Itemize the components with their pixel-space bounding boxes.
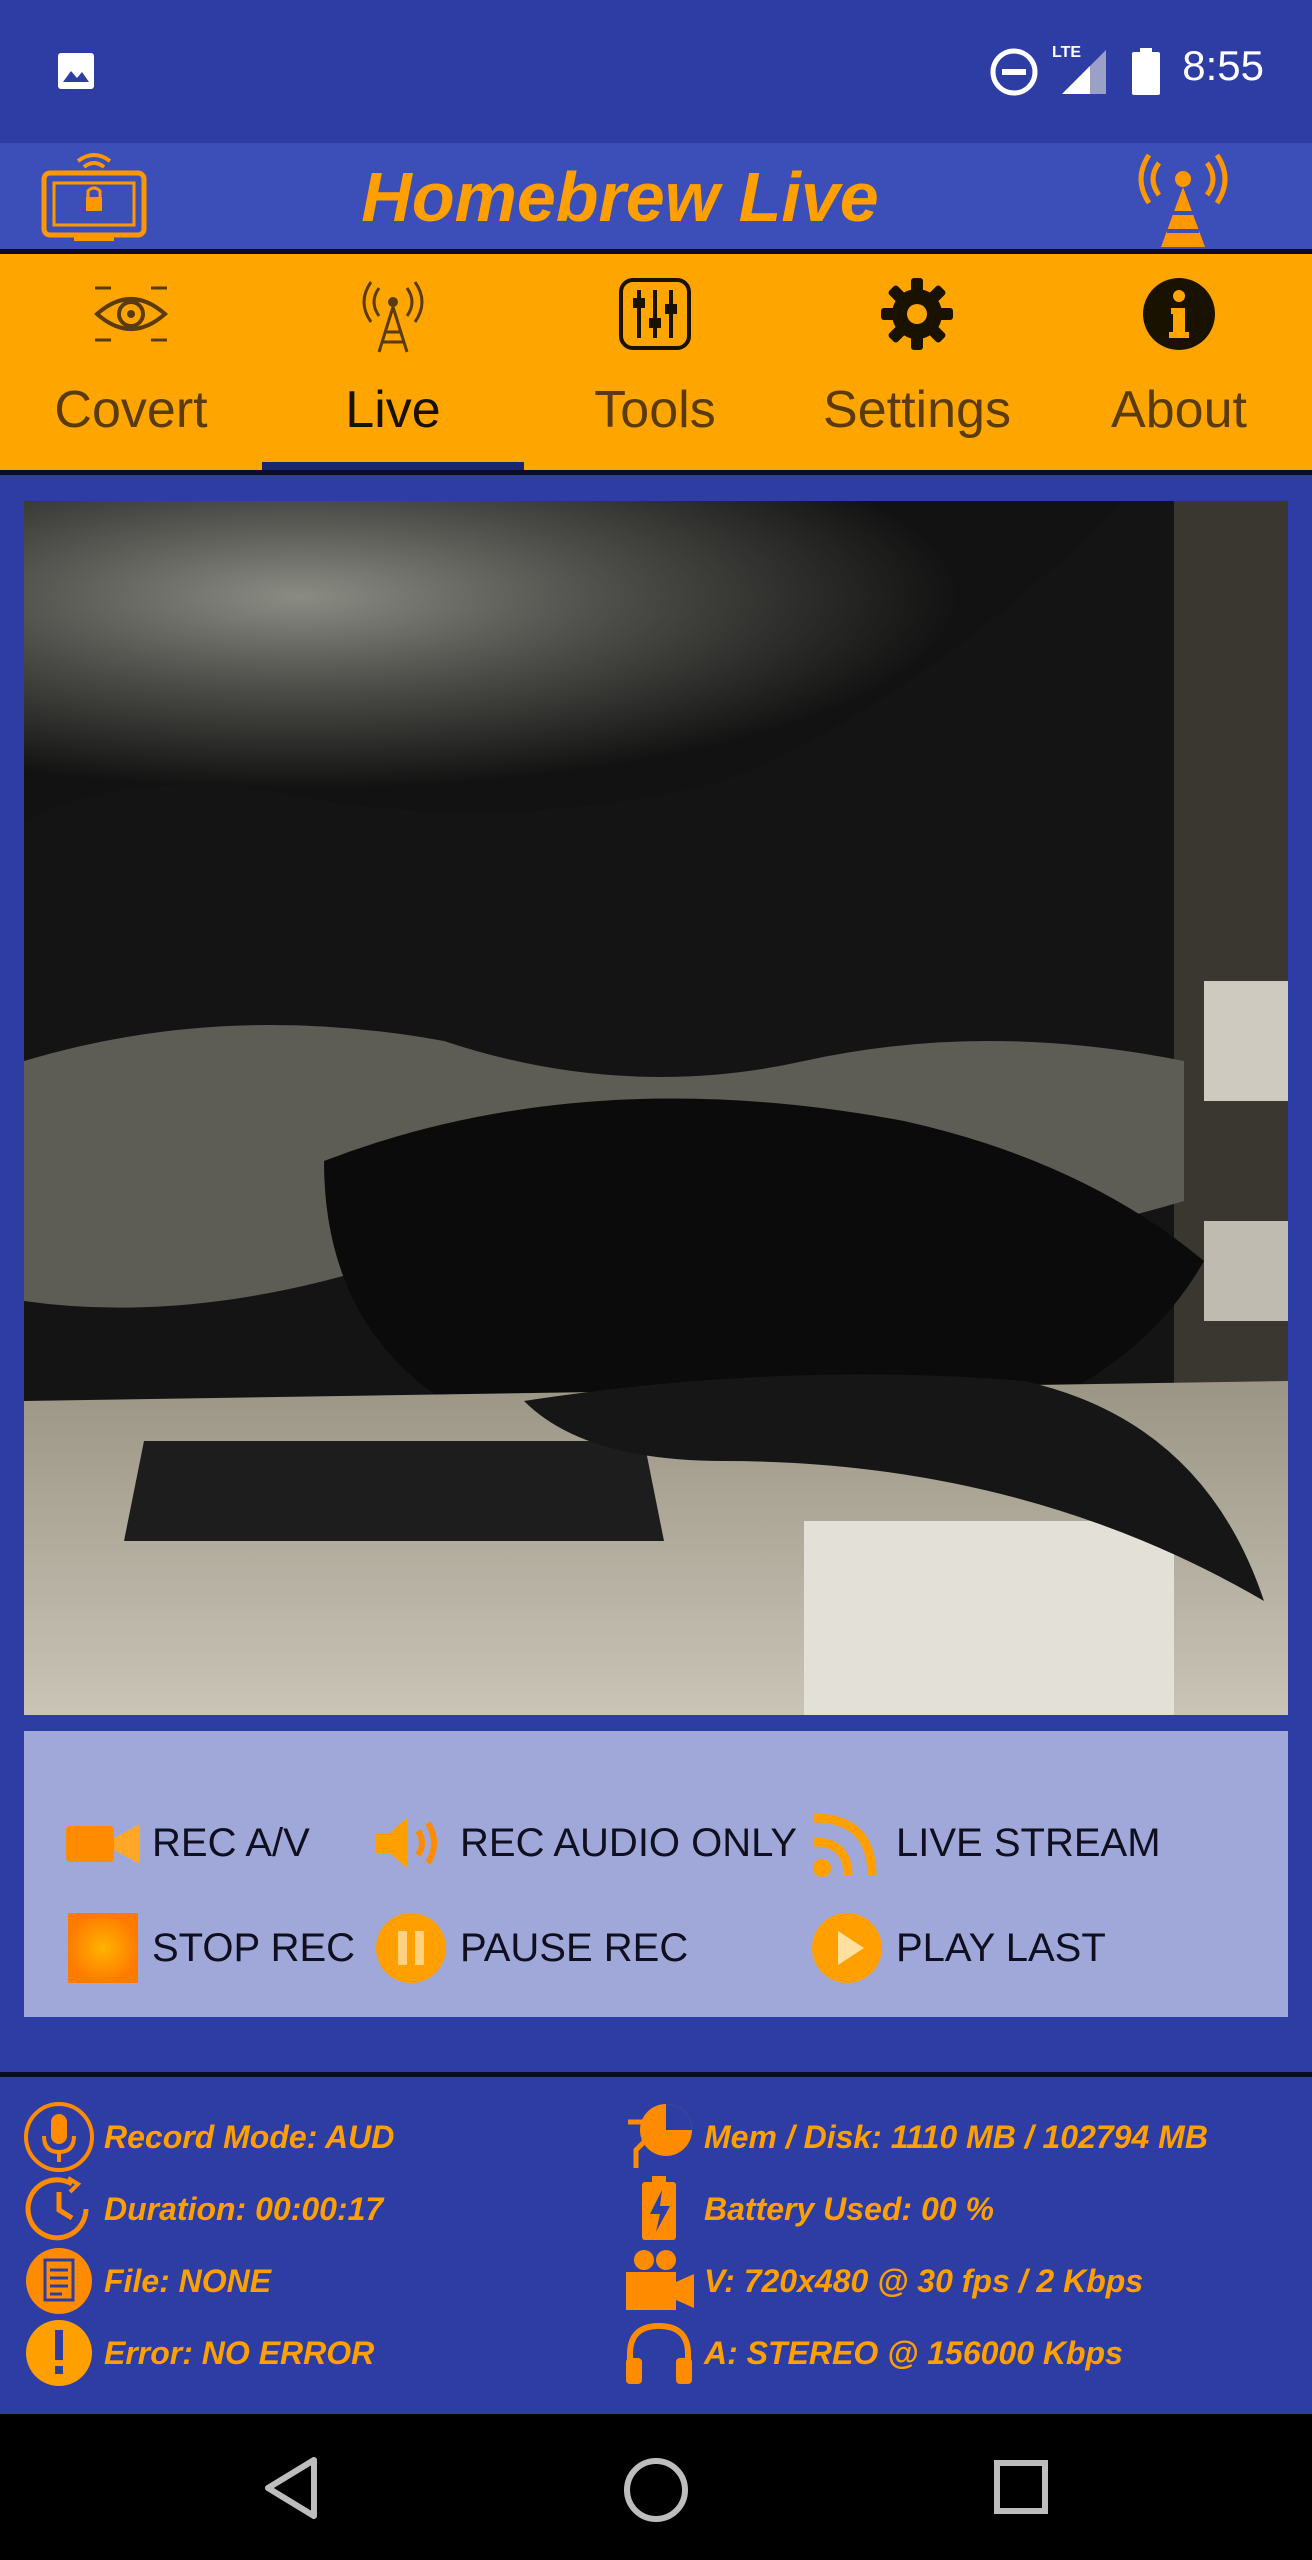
rec-audio-only-label: REC AUDIO ONLY [460,1820,798,1865]
tab-live[interactable]: Live [262,254,524,470]
divider [0,470,1312,475]
tab-settings[interactable]: Settings [786,254,1048,470]
divider [24,2017,1288,2047]
play-icon [812,1913,882,1983]
home-icon[interactable] [622,2456,690,2529]
tab-tools[interactable]: Tools [524,254,786,470]
info-icon [1139,274,1219,354]
sliders-icon [615,274,695,354]
rec-av-button[interactable]: REC A/V [66,1803,310,1883]
error-row: Error: NO ERROR [22,2318,374,2388]
rss-feed-icon [813,1813,877,1877]
live-stream-label: LIVE STREAM [896,1820,1161,1865]
error-text: Error: NO ERROR [104,2334,375,2371]
play-last-button[interactable]: PLAY LAST [810,1908,1106,1988]
rec-audio-only-button[interactable]: REC AUDIO ONLY [374,1803,797,1883]
video-info-text: V: 720x480 @ 30 fps / 2 Kbps [704,2262,1144,2299]
mem-disk-text: Mem / Disk: 1110 MB / 102794 MB [704,2118,1208,2155]
battery-charging-icon [642,2176,676,2240]
file-icon [26,2248,92,2314]
do-not-disturb-icon [990,48,1038,101]
camera-frame-image [24,501,1288,1715]
tab-about[interactable]: About [1048,254,1310,470]
gear-icon [877,274,957,354]
covert-eye-icon [91,274,171,354]
pause-rec-label: PAUSE REC [460,1925,689,1970]
record-mode-row: Record Mode: AUD [22,2102,394,2172]
camera-preview[interactable] [24,501,1288,1715]
status-info-panel: Record Mode: AUD Duration: 00:00:17 File… [0,2077,1312,2414]
headphones-icon [626,2322,692,2384]
battery-icon [1131,48,1161,101]
pause-rec-button[interactable]: PAUSE REC [374,1908,688,1988]
tab-label: About [1111,381,1247,439]
battery-used-row: Battery Used: 00 % [622,2174,994,2244]
rec-av-label: REC A/V [152,1820,310,1865]
signal-icon [1060,48,1110,101]
live-stream-button[interactable]: LIVE STREAM [810,1803,1161,1883]
file-row: File: NONE [22,2246,271,2316]
back-icon[interactable] [262,2456,322,2525]
tab-bar: Covert Live Tools Settings About [0,254,1312,470]
recents-icon[interactable] [993,2459,1049,2520]
microphone-icon [24,2102,94,2172]
stop-rec-label: STOP REC [152,1925,356,1970]
status-bar: LTE 8:55 [0,0,1312,143]
tab-label: Live [345,381,441,439]
tab-covert[interactable]: Covert [0,254,262,470]
stop-rec-button[interactable]: STOP REC [66,1908,355,1988]
memory-disk-icon [628,2104,692,2168]
stop-icon [68,1913,138,1983]
movie-camera-icon [626,2250,694,2310]
video-info-row: V: 720x480 @ 30 fps / 2 Kbps [622,2246,1143,2316]
error-icon [26,2320,92,2386]
system-nav-bar [0,2414,1312,2560]
battery-used-text: Battery Used: 00 % [704,2190,994,2227]
record-mode-text: Record Mode: AUD [104,2118,395,2155]
antenna-icon [353,274,433,354]
mem-disk-row: Mem / Disk: 1110 MB / 102794 MB [622,2102,1208,2172]
audio-info-text: A: STEREO @ 156000 Kbps [704,2334,1123,2371]
app-logo-icon [38,143,150,254]
audio-info-row: A: STEREO @ 156000 Kbps [622,2318,1123,2388]
image-icon [56,51,96,96]
clock: 8:55 [1182,42,1264,89]
tab-label: Settings [823,381,1011,439]
video-camera-icon [66,1824,140,1864]
play-last-label: PLAY LAST [896,1925,1106,1970]
app-title-bar: Homebrew Live Streamer [0,143,1312,316]
file-text: File: NONE [104,2262,272,2299]
duration-row: Duration: 00:00:17 [22,2174,383,2244]
tab-label: Tools [594,381,716,439]
tab-label: Covert [54,381,208,439]
broadcast-tower-icon [1133,143,1233,254]
pause-icon [376,1913,446,1983]
speaker-icon [376,1817,437,1869]
duration-text: Duration: 00:00:17 [104,2190,384,2227]
recording-controls-panel: REC A/V REC AUDIO ONLY LIVE STREAM STOP … [24,1731,1288,2017]
clock-icon [25,2176,89,2241]
